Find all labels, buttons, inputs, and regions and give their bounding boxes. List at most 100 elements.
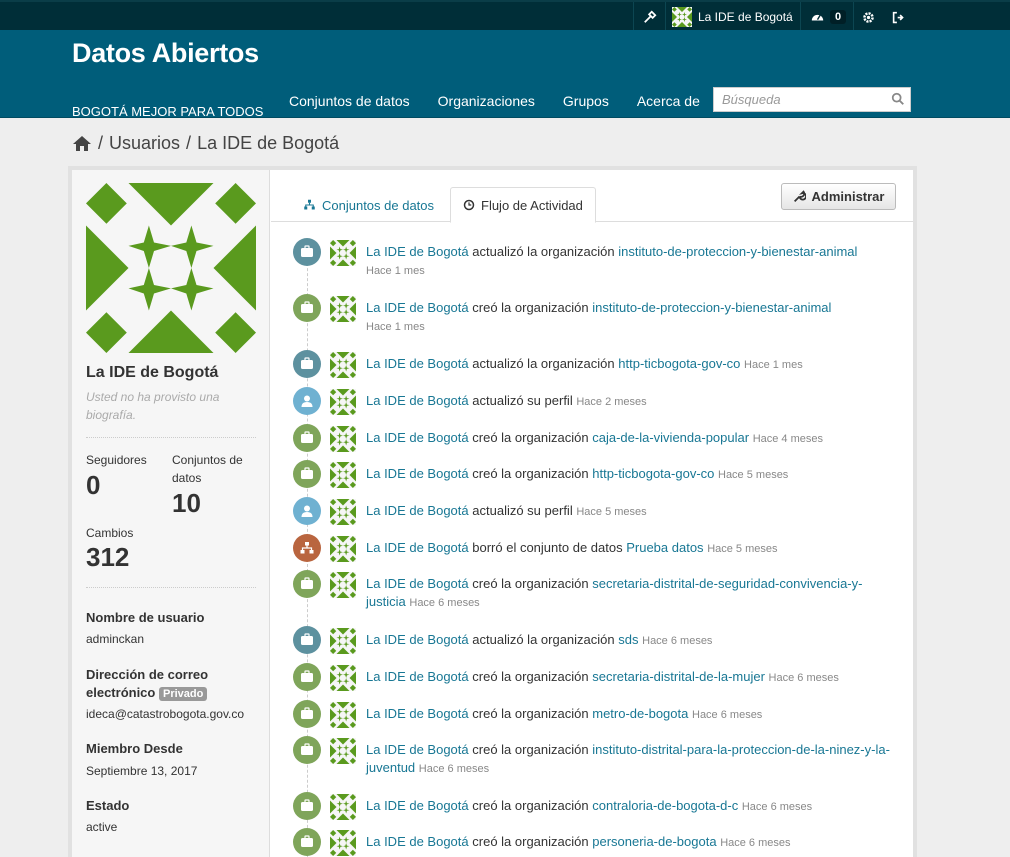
actor-avatar[interactable] [330,352,356,378]
activity-date: Hace 6 meses [409,597,480,609]
activity-text: La IDE de Bogotá creó la organización in… [366,299,893,336]
search-input[interactable] [714,88,884,111]
briefcase-icon [293,792,321,820]
activity-verb: actualizó la organización [472,356,615,371]
home-icon[interactable] [72,135,92,152]
activity-actor-link[interactable]: La IDE de Bogotá [366,540,469,555]
activity-actor-link[interactable]: La IDE de Bogotá [366,576,469,591]
tab-datasets[interactable]: Conjuntos de datos [291,187,446,223]
activity-actor-link[interactable]: La IDE de Bogotá [366,834,469,849]
state-label: Estado [86,798,130,813]
activity-actor-link[interactable]: La IDE de Bogotá [366,632,469,647]
actor-avatar[interactable] [330,794,356,820]
divider [86,437,256,438]
activity-actor-link[interactable]: La IDE de Bogotá [366,356,469,371]
tab-activity[interactable]: Flujo de Actividad [450,187,596,223]
tab-datasets-label: Conjuntos de datos [322,197,435,213]
activity-text: La IDE de Bogotá creó la organización se… [366,668,893,687]
activity-actor-link[interactable]: La IDE de Bogotá [366,669,469,684]
account-user-name: La IDE de Bogotá [698,10,793,24]
breadcrumb-current[interactable]: La IDE de Bogotá [197,133,339,154]
actor-avatar[interactable] [330,665,356,691]
actor-avatar[interactable] [330,738,356,764]
briefcase-icon [293,424,321,452]
datasets-count: 10 [172,488,201,518]
main-nav: Conjuntos de datos Organizaciones Grupos… [275,93,714,109]
activity-object-link[interactable]: caja-de-la-vivienda-popular [592,430,749,445]
activity-object-link[interactable]: personeria-de-bogota [592,834,716,849]
datasets-label: Conjuntos de datos [172,453,243,485]
activity-verb: actualizó la organización [472,244,615,259]
activity-object-link[interactable]: instituto-de-proteccion-y-bienestar-anim… [592,300,831,315]
actor-avatar[interactable] [330,628,356,654]
breadcrumb-users[interactable]: Usuarios [109,133,180,154]
activity-text: La IDE de Bogotá creó la organización ca… [366,429,893,448]
nav-datasets[interactable]: Conjuntos de datos [275,93,424,109]
activity-actor-link[interactable]: La IDE de Bogotá [366,798,469,813]
activity-verb: actualizó su perfil [472,393,573,408]
admin-button-label: Administrar [811,189,885,204]
account-user-link[interactable]: La IDE de Bogotá [665,2,801,32]
profile-bio: Usted no ha provisto una biografía. [86,390,220,422]
settings-icon[interactable] [853,2,883,32]
actor-avatar[interactable] [330,830,356,856]
activity-object-link[interactable]: contraloria-de-bogota-d-c [592,798,738,813]
nav-groups[interactable]: Grupos [549,93,623,109]
actor-avatar[interactable] [330,536,356,562]
activity-text: La IDE de Bogotá actualizó la organizaci… [366,631,893,650]
activity-object-link[interactable]: http-ticbogota-gov-co [592,466,714,481]
dashboard-count: 0 [830,10,847,24]
dashboard-link[interactable]: 0 [800,2,847,32]
nav-organizations[interactable]: Organizaciones [424,93,549,109]
activity-actor-link[interactable]: La IDE de Bogotá [366,300,469,315]
activity-text: La IDE de Bogotá actualizó la organizaci… [366,355,893,374]
briefcase-icon [293,828,321,856]
actor-avatar[interactable] [330,702,356,728]
activity-object-link[interactable]: http-ticbogota-gov-co [618,356,740,371]
activity-object-link[interactable]: secretaria-distrital-de-la-mujer [592,669,765,684]
actor-avatar[interactable] [330,426,356,452]
actor-avatar[interactable] [330,499,356,525]
main-wrapper: La IDE de Bogotá Usted no ha provisto un… [72,170,913,857]
sysadmin-icon[interactable] [633,2,665,32]
activity-actor-link[interactable]: La IDE de Bogotá [366,742,469,757]
search-icon[interactable] [891,92,905,106]
activity-actor-link[interactable]: La IDE de Bogotá [366,430,469,445]
activity-verb: creó la organización [472,742,589,757]
activity-object-link[interactable]: sds [618,632,638,647]
activity-text: La IDE de Bogotá actualizó la organizaci… [366,243,893,280]
activity-actor-link[interactable]: La IDE de Bogotá [366,503,469,518]
activity-date: Hace 6 meses [692,709,763,721]
activity-date: Hace 5 meses [718,469,789,481]
activity-actor-link[interactable]: La IDE de Bogotá [366,706,469,721]
activity-verb: creó la organización [472,798,589,813]
activity-object-link[interactable]: metro-de-bogota [592,706,688,721]
activity-text: La IDE de Bogotá creó la organización me… [366,705,893,724]
admin-button[interactable]: Administrar [781,183,896,210]
activity-verb: creó la organización [472,576,589,591]
activity-text: La IDE de Bogotá creó la organización pe… [366,833,893,852]
site-description: BOGOTÁ MEJOR PARA TODOS [72,104,264,119]
actor-avatar[interactable] [330,389,356,415]
activity-actor-link[interactable]: La IDE de Bogotá [366,393,469,408]
activity-date: Hace 1 mes [366,321,425,333]
briefcase-icon [293,736,321,764]
activity-text: La IDE de Bogotá creó la organización ht… [366,465,893,484]
activity-verb: creó la organización [472,834,589,849]
actor-avatar[interactable] [330,296,356,322]
activity-object-link[interactable]: instituto-de-proteccion-y-bienestar-anim… [618,244,857,259]
breadcrumb: / Usuarios / La IDE de Bogotá [72,133,339,154]
briefcase-icon [293,350,321,378]
activity-actor-link[interactable]: La IDE de Bogotá [366,244,469,259]
activity-object-link[interactable]: Prueba datos [626,540,703,555]
user-icon [293,387,321,415]
wrench-icon [793,190,806,203]
actor-avatar[interactable] [330,572,356,598]
site-title[interactable]: Datos Abiertos [72,38,259,69]
logout-icon[interactable] [883,2,913,32]
actor-avatar[interactable] [330,462,356,488]
activity-actor-link[interactable]: La IDE de Bogotá [366,466,469,481]
actor-avatar[interactable] [330,240,356,266]
activity-text: La IDE de Bogotá creó la organización co… [366,797,893,816]
nav-about[interactable]: Acerca de [623,93,714,109]
